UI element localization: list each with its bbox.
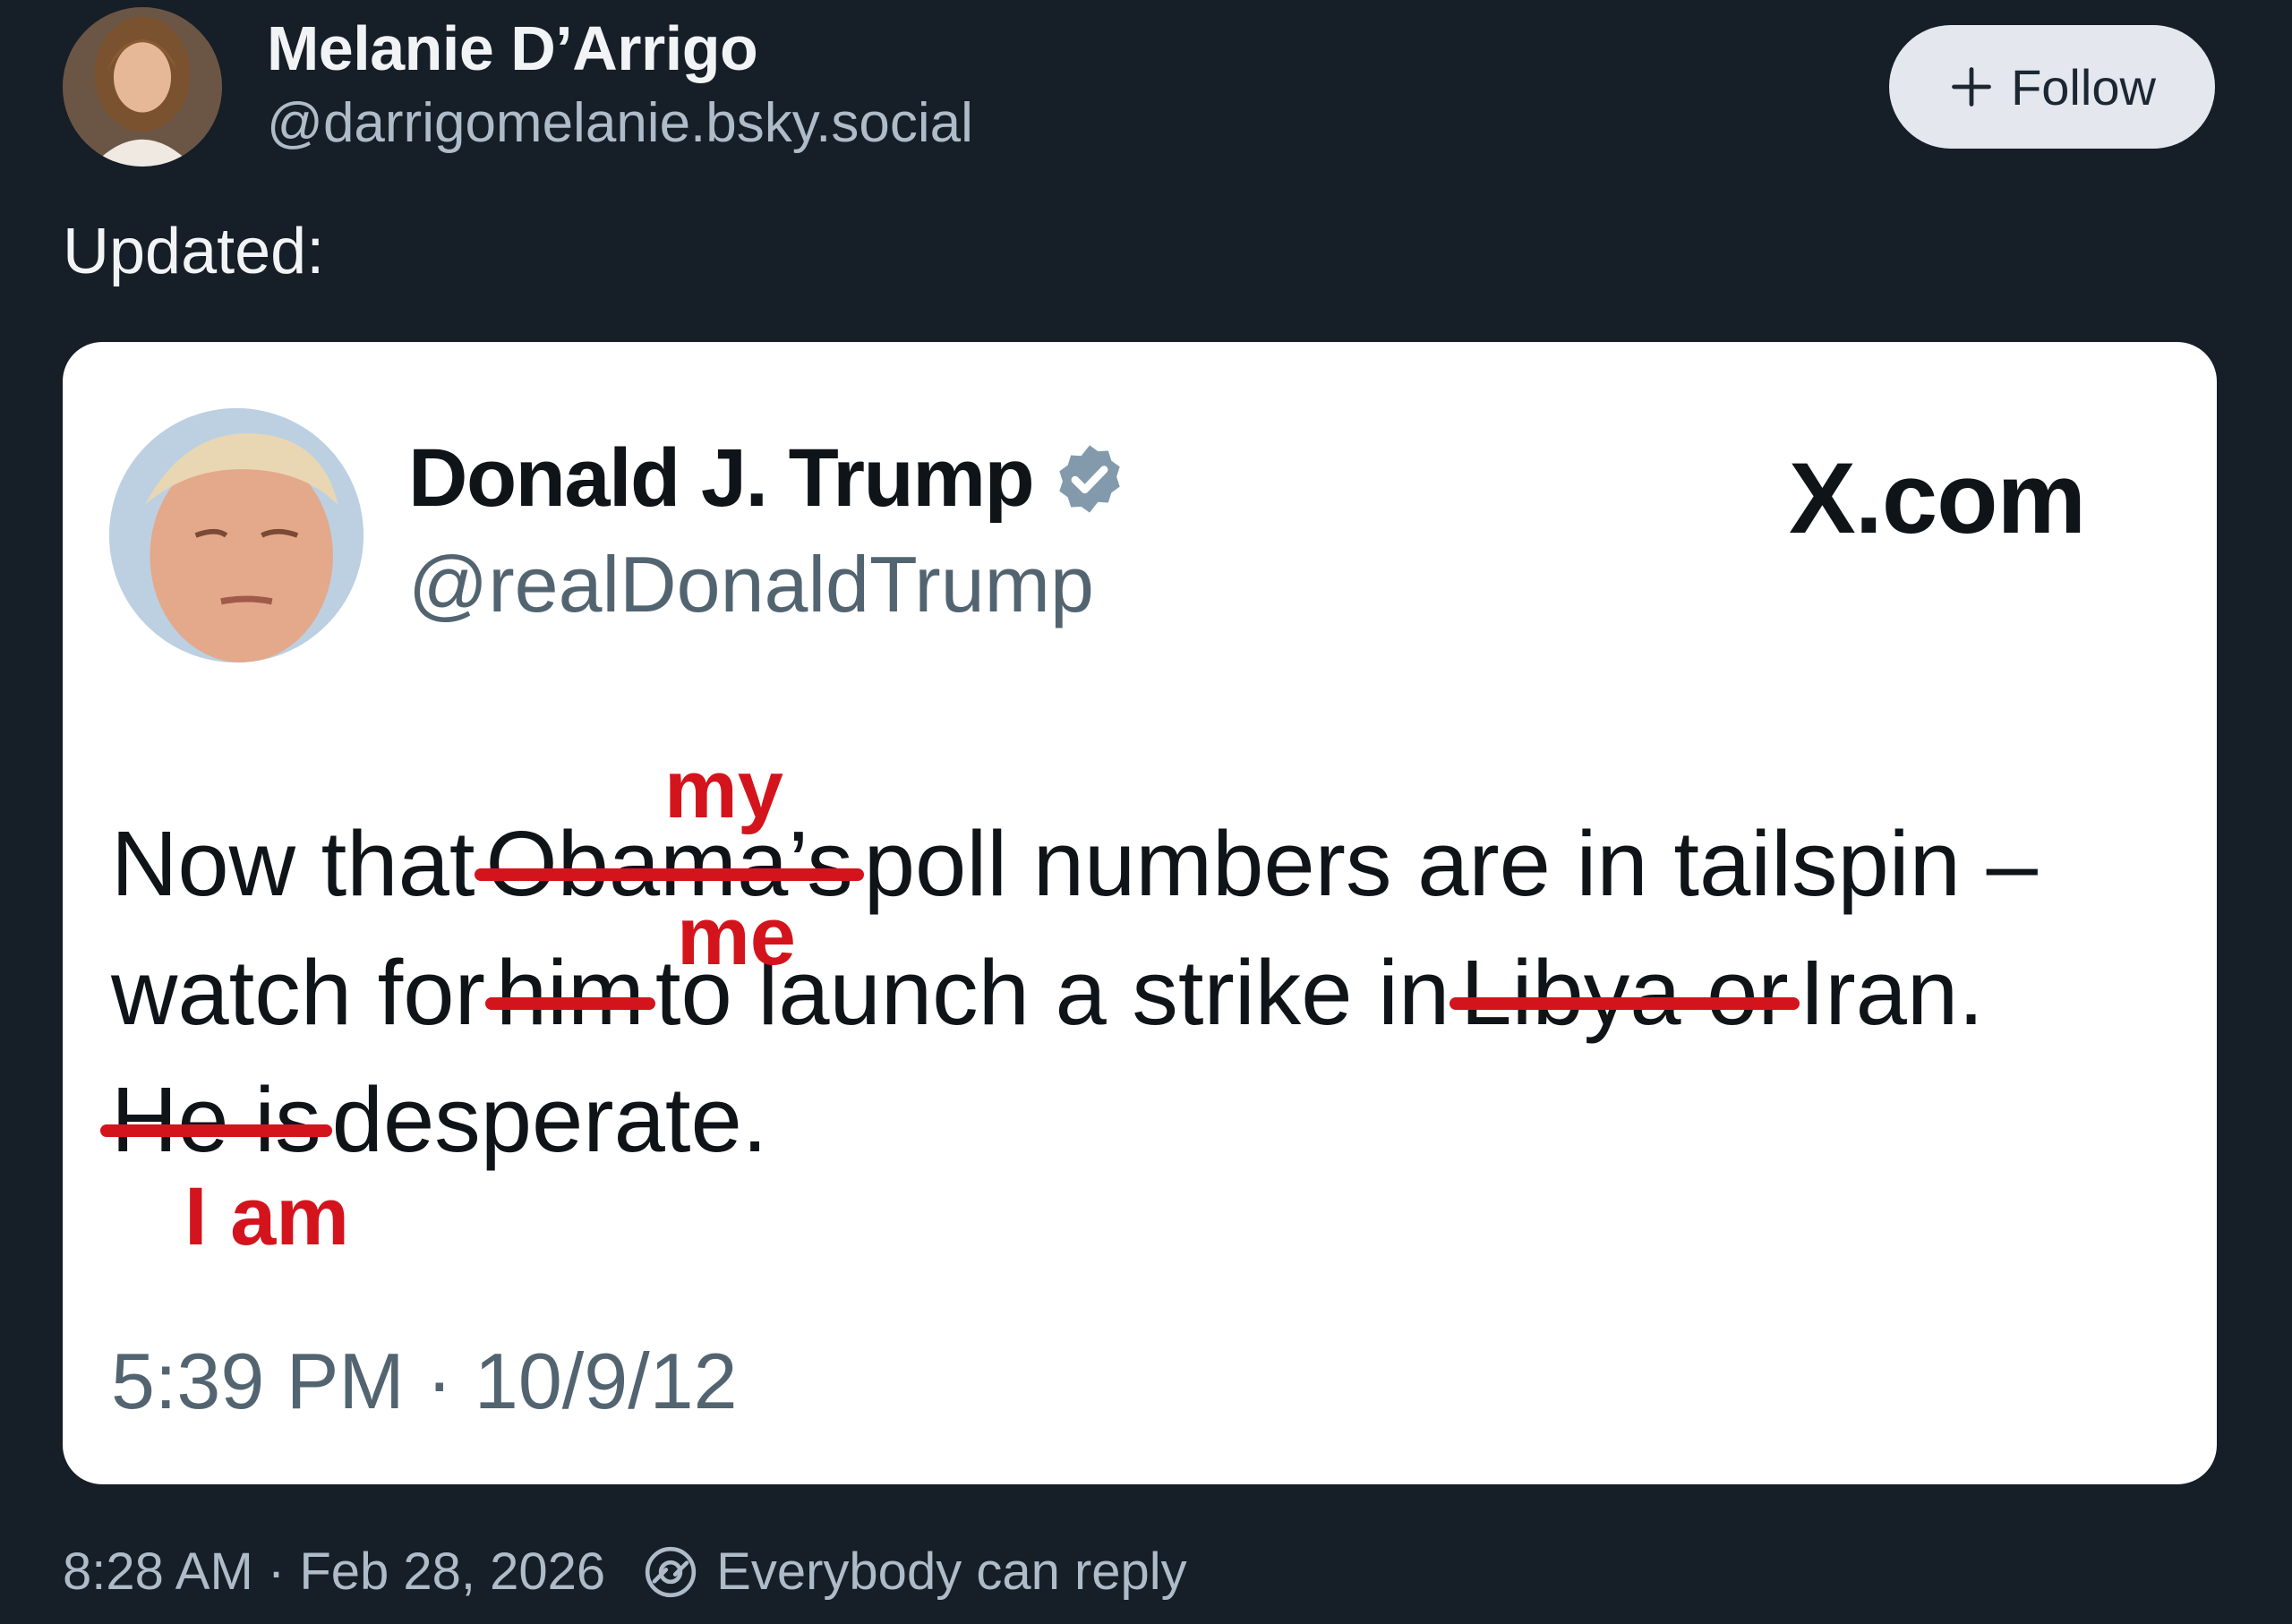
struck-word: him	[495, 941, 645, 1044]
tweet-text: Iran.	[1799, 941, 1984, 1044]
correction-me: me	[677, 891, 796, 982]
correction-i-am: I am	[184, 1171, 350, 1262]
struck-text: Libya or	[1450, 940, 1800, 1046]
author-avatar[interactable]	[63, 7, 222, 167]
author-display-name[interactable]: Melanie D’Arrigo	[267, 13, 758, 84]
embedded-image[interactable]: Donald J. Trump @realDonaldTrump X.com N…	[63, 342, 2217, 1484]
reply-setting[interactable]: Everybody can reply	[716, 1542, 1186, 1602]
post-footer: 8:28 AM · Feb 28, 2026 Everybody can rep…	[63, 1542, 1187, 1602]
struck-word: He is	[111, 1068, 321, 1171]
struck-text: He is	[100, 1067, 332, 1173]
tweet-author-handle: @realDonaldTrump	[408, 540, 1094, 628]
plus-icon	[1952, 67, 1991, 107]
reply-settings-icon	[646, 1546, 697, 1597]
tweet-text: Now that	[111, 812, 475, 915]
struck-word: Libya or	[1460, 941, 1789, 1044]
post-text: Updated:	[63, 216, 325, 287]
tweet-line-1: Now that Obama’s poll numbers are in tai…	[111, 811, 2038, 917]
correction-my: my	[664, 744, 783, 835]
tweet-timestamp: 5:39 PM · 10/9/12	[111, 1337, 738, 1425]
tweet-text: desperate.	[331, 1068, 768, 1171]
strikethrough-line	[100, 1124, 332, 1137]
tweet-author-row: Donald J. Trump	[408, 432, 1128, 526]
x-brand-logo: X.com	[1789, 442, 2086, 554]
tweet-line-2: watch for him to launch a strike in Liby…	[111, 940, 1984, 1046]
strikethrough-line	[484, 996, 655, 1010]
follow-button-label: Follow	[2011, 58, 2156, 115]
tweet-text: watch for	[111, 941, 485, 1044]
strikethrough-line	[1450, 996, 1800, 1010]
tweet-text: poll numbers are in tailspin –	[863, 812, 2038, 915]
verified-badge-icon	[1059, 444, 1120, 513]
post-timestamp[interactable]: 8:28 AM · Feb 28, 2026	[63, 1542, 605, 1602]
author-handle[interactable]: @darrigomelanie.bsky.social	[267, 91, 973, 155]
tweet-line-3: He is desperate.	[100, 1067, 768, 1173]
strikethrough-line	[475, 868, 864, 881]
tweet-author-name: Donald J. Trump	[408, 432, 1035, 524]
tweet-author-avatar	[109, 408, 363, 662]
bluesky-post: Melanie D’Arrigo @darrigomelanie.bsky.so…	[0, 0, 2292, 1624]
struck-text: him	[484, 940, 655, 1046]
follow-button[interactable]: Follow	[1889, 25, 2215, 149]
